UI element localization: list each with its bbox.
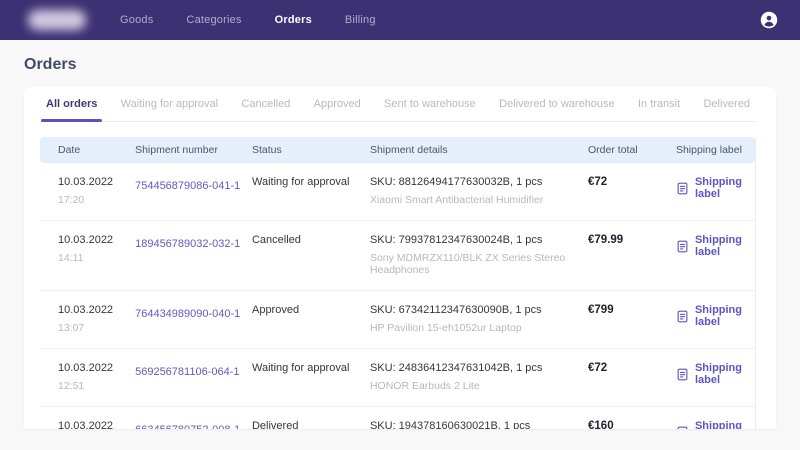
orders-card: All orders Waiting for approval Cancelled A… (24, 87, 776, 429)
shipment-number-link[interactable]: 663456780752-008-1 (135, 424, 240, 429)
order-date: 10.03.2022 (58, 304, 135, 316)
table-row: 10.03.2022 12:51 569256781106-064-1 Wait… (40, 349, 755, 407)
order-status: Waiting for approval (252, 362, 370, 374)
shipping-label-text: Shipping label (695, 304, 755, 328)
shipping-label-link[interactable]: Shipping label (676, 420, 755, 429)
order-product-name: Xiaomi Smart Antibacterial Humidifier (370, 194, 578, 206)
table-row: 10.03.2022 13:07 764434989090-040-1 Appr… (40, 291, 755, 349)
order-total: €72 (588, 176, 676, 188)
shipping-label-link[interactable]: Shipping label (676, 304, 755, 328)
shipping-label-text: Shipping label (695, 362, 755, 386)
nav-item[interactable]: Billing (345, 14, 376, 26)
filter-tab[interactable]: Delivered (703, 87, 749, 121)
shipping-label-text: Shipping label (695, 176, 755, 200)
table-header-row: Date Shipment number Status Shipment det… (40, 137, 755, 163)
order-date: 10.03.2022 (58, 234, 135, 246)
document-icon (676, 310, 689, 323)
order-sku: SKU: 24836412347631042B, 1 pcs (370, 362, 578, 374)
column-header-shipping-label: Shipping label (676, 144, 755, 156)
account-button[interactable] (760, 11, 778, 29)
filter-tab[interactable]: Cancelled (241, 87, 290, 121)
order-date: 10.03.2022 (58, 362, 135, 374)
order-status: Delivered (252, 420, 370, 429)
document-icon (676, 240, 689, 253)
orders-page: Orders All orders Waiting for approval Can… (0, 40, 800, 429)
shipping-label-text: Shipping label (695, 234, 755, 258)
order-status: Waiting for approval (252, 176, 370, 188)
filter-tab[interactable]: All orders (46, 87, 97, 121)
column-header-status: Status (252, 144, 370, 156)
user-circle-icon (760, 11, 778, 29)
table-row: 10.03.2022 14:11 189456789032-032-1 Canc… (40, 221, 755, 291)
document-icon (676, 426, 689, 430)
order-product-name: Sony MDMRZX110/BLK ZX Series Stereo Head… (370, 252, 578, 276)
filter-tab[interactable]: Sent to warehouse (384, 87, 476, 121)
order-time: 14:11 (58, 252, 135, 264)
order-date: 10.03.2022 (58, 176, 135, 188)
filter-tab[interactable]: In transit (638, 87, 680, 121)
column-header-order-total: Order total (588, 144, 676, 156)
shipment-number-link[interactable]: 569256781106-064-1 (135, 366, 239, 378)
shipping-label-text: Shipping label (695, 420, 755, 429)
order-total: €160 (588, 420, 676, 429)
order-time: 12:51 (58, 380, 135, 392)
column-header-shipment-number: Shipment number (135, 144, 252, 156)
shipment-number-link[interactable]: 189456789032-032-1 (135, 238, 240, 250)
document-icon (676, 368, 689, 381)
order-time: 13:07 (58, 322, 135, 334)
table-row: 10.03.2022 17:20 754456879086-041-1 Wait… (40, 163, 755, 221)
order-total: €799 (588, 304, 676, 316)
page-title: Orders (24, 56, 776, 74)
order-total: €79.99 (588, 234, 676, 246)
main-nav: Goods Categories Orders Billing (120, 14, 376, 26)
table-row: 10.03.2022 12:43 663456780752-008-1 Deli… (40, 407, 755, 429)
order-sku: SKU: 67342112347630090B, 1 pcs (370, 304, 578, 316)
order-sku: SKU: 79937812347630024B, 1 pcs (370, 234, 578, 246)
shipment-number-link[interactable]: 754456879086-041-1 (135, 180, 240, 192)
logo (28, 10, 86, 30)
filter-tabs: All orders Waiting for approval Cancelled A… (40, 87, 756, 122)
shipment-number-link[interactable]: 764434989090-040-1 (135, 308, 240, 320)
order-status: Cancelled (252, 234, 370, 246)
orders-table: Date Shipment number Status Shipment det… (40, 137, 756, 429)
column-header-shipment-details: Shipment details (370, 144, 588, 156)
document-icon (676, 182, 689, 195)
nav-item[interactable]: Categories (186, 14, 241, 26)
nav-item[interactable]: Orders (275, 14, 312, 26)
nav-item[interactable]: Goods (120, 14, 153, 26)
filter-tab[interactable]: Waiting for approval (121, 87, 218, 121)
table-body: 10.03.2022 17:20 754456879086-041-1 Wait… (40, 163, 755, 429)
order-sku: SKU: 194378160630021B, 1 pcs (370, 420, 578, 429)
order-product-name: HP Pavilion 15-eh1052ur Laptop (370, 322, 578, 334)
shipping-label-link[interactable]: Shipping label (676, 362, 755, 386)
order-total: €72 (588, 362, 676, 374)
filter-tab[interactable]: Approved (314, 87, 361, 121)
order-status: Approved (252, 304, 370, 316)
app-header: Goods Categories Orders Billing (0, 0, 800, 40)
order-time: 17:20 (58, 194, 135, 206)
shipping-label-link[interactable]: Shipping label (676, 234, 755, 258)
column-header-date: Date (40, 144, 135, 156)
order-product-name: HONOR Earbuds 2 Lite (370, 380, 578, 392)
order-date: 10.03.2022 (58, 420, 135, 429)
shipping-label-link[interactable]: Shipping label (676, 176, 755, 200)
order-sku: SKU: 88126494177630032B, 1 pcs (370, 176, 578, 188)
filter-tab[interactable]: Delivered to warehouse (499, 87, 615, 121)
